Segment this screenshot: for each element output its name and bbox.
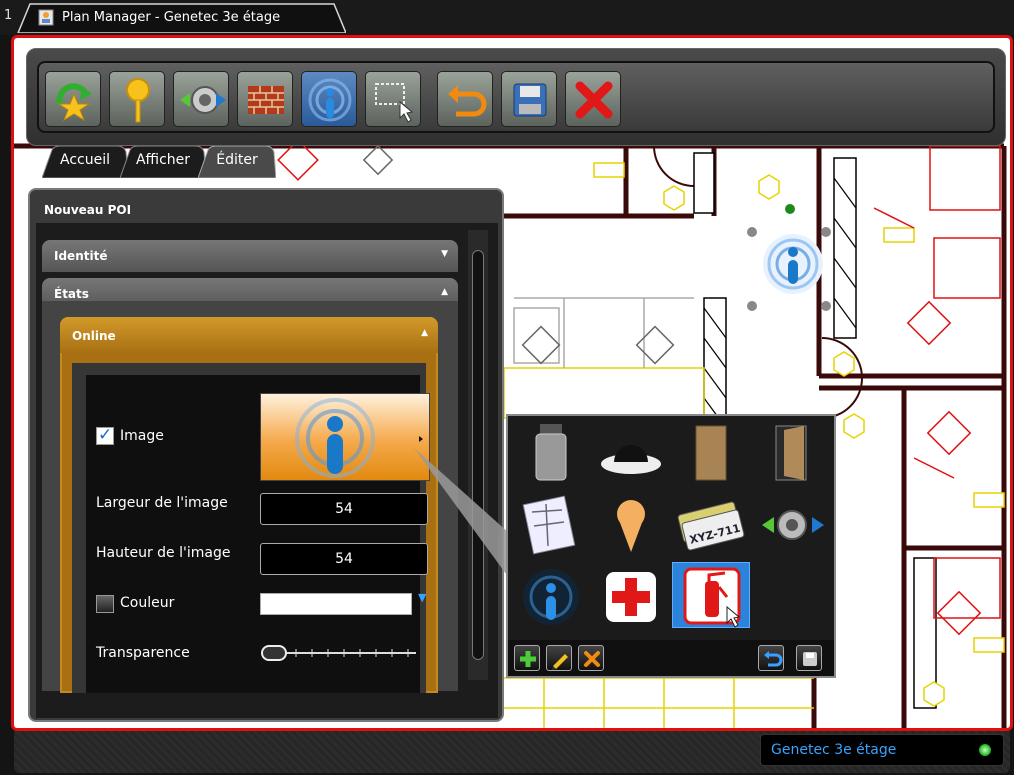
license-plate-icon: XYZ-711 — [677, 501, 745, 551]
online-state-header[interactable]: Online ▲ — [60, 317, 438, 353]
online-state-body: Image Largeur de l'image 54 Hauteur de l… — [60, 353, 438, 693]
door-panel-icon — [695, 425, 727, 481]
color-dropdown-icon[interactable]: ▼ — [418, 591, 426, 604]
icon-picker: XYZ-711 — [506, 414, 836, 678]
close-button[interactable] — [565, 71, 621, 127]
image-checkbox[interactable] — [96, 425, 114, 445]
revert-image-button[interactable] — [758, 645, 784, 671]
poi-signal-icon — [308, 78, 352, 122]
window-title: Plan Manager - Genetec 3e étage — [62, 10, 281, 25]
edit-icon — [552, 654, 568, 670]
tab-accueil-label: Accueil — [60, 152, 110, 168]
tab-index: 1 — [4, 8, 13, 23]
fire-extinguisher-icon — [683, 567, 741, 628]
plan-manager-tab[interactable]: Plan Manager - Genetec 3e étage — [16, 2, 346, 33]
icon-option-poi-signal[interactable] — [512, 564, 590, 630]
add-link-button[interactable] — [173, 71, 229, 127]
link-arrows-icon — [762, 510, 824, 540]
select-area-icon — [375, 83, 414, 123]
status-led-icon — [979, 744, 991, 756]
tab-afficher-label: Afficher — [135, 152, 191, 168]
save-button[interactable] — [501, 71, 557, 127]
add-wall-button[interactable] — [237, 71, 293, 127]
refresh-map-button[interactable] — [45, 71, 101, 127]
edit-image-button[interactable] — [546, 645, 572, 671]
icon-picker-actions — [508, 640, 834, 676]
icon-option-license-plate[interactable]: XYZ-711 — [672, 492, 750, 558]
transparency-slider[interactable] — [260, 643, 418, 663]
map-pin-icon — [126, 78, 150, 123]
icon-option-link-arrows[interactable] — [752, 492, 830, 558]
add-image-button[interactable] — [514, 645, 540, 671]
undo-button[interactable] — [437, 71, 493, 127]
undo-icon — [448, 85, 487, 117]
color-swatch[interactable] — [260, 593, 412, 615]
height-label: Hauteur de l'image — [96, 545, 231, 561]
delete-icon — [584, 651, 600, 667]
image-preview-button[interactable] — [260, 393, 430, 481]
first-aid-icon — [606, 572, 656, 622]
icon-option-dome-camera[interactable] — [592, 420, 670, 486]
tab-editer-label: Éditer — [216, 152, 258, 168]
revert-icon — [764, 651, 783, 667]
refresh-icon — [56, 83, 92, 122]
icon-option-open-door[interactable] — [752, 420, 830, 486]
icon-option-weight[interactable] — [512, 420, 590, 486]
identity-section-label: Identité — [54, 249, 108, 263]
chevron-down-icon: ▼ — [441, 249, 448, 259]
online-inner: Image Largeur de l'image 54 Hauteur de l… — [72, 363, 430, 693]
color-checkbox[interactable] — [96, 595, 114, 613]
transparency-label: Transparence — [96, 645, 190, 661]
open-door-icon — [775, 425, 807, 481]
add-icon — [520, 651, 536, 667]
icon-option-first-aid[interactable] — [592, 564, 670, 630]
plan-manager-app-icon — [38, 9, 54, 26]
icon-option-floor-plan[interactable] — [512, 492, 590, 558]
save-icon — [803, 652, 817, 666]
poi-signal-icon — [295, 398, 423, 478]
online-state-label: Online — [72, 329, 116, 343]
select-area-button[interactable] — [365, 71, 421, 127]
tab-editer[interactable]: Éditer — [198, 146, 276, 178]
poi-state-form: Image Largeur de l'image 54 Hauteur de l… — [86, 375, 430, 693]
chevron-up-icon: ▲ — [421, 328, 428, 338]
red-x-icon — [575, 81, 613, 119]
icon-option-map-pin[interactable] — [592, 492, 670, 558]
status-bar: Genetec 3e étage — [14, 731, 1010, 773]
save-image-button[interactable] — [796, 645, 822, 671]
color-label: Couleur — [120, 595, 175, 611]
map-pin-icon — [617, 500, 645, 552]
identity-section-header[interactable]: Identité ▼ — [42, 240, 458, 272]
window-tab-bar: 1 Plan Manager - Genetec 3e étage — [0, 0, 1014, 35]
floppy-disk-icon — [513, 83, 547, 117]
poi-button[interactable] — [301, 71, 357, 127]
toolbar-shell — [26, 48, 1006, 146]
add-poi-button[interactable] — [109, 71, 165, 127]
picker-callout — [414, 448, 509, 578]
location-label: Genetec 3e étage — [771, 742, 897, 758]
image-label: Image — [120, 428, 164, 444]
tab-accueil[interactable]: Accueil — [42, 146, 128, 178]
link-arrows-icon — [180, 86, 226, 114]
plan-manager-window: Accueil Afficher Éditer Nouveau POI Iden… — [11, 35, 1013, 731]
transparency-slider-thumb — [261, 645, 287, 661]
delete-image-button[interactable] — [578, 645, 604, 671]
chevron-up-icon: ▲ — [441, 287, 448, 297]
width-input[interactable]: 54 — [260, 493, 428, 525]
toolbar — [37, 61, 995, 133]
icon-option-door-panel[interactable] — [672, 420, 750, 486]
icon-option-fire-extinguisher[interactable] — [672, 562, 750, 628]
panel-title: Nouveau POI — [44, 203, 132, 217]
location-status[interactable]: Genetec 3e étage — [760, 734, 1004, 766]
weight-icon — [535, 424, 567, 481]
brick-wall-icon — [248, 86, 284, 114]
states-section-label: États — [54, 287, 89, 301]
width-label: Largeur de l'image — [96, 495, 228, 511]
poi-signal-icon — [523, 569, 579, 625]
dome-camera-icon — [601, 445, 661, 474]
tab-afficher[interactable]: Afficher — [120, 146, 206, 178]
floor-plan-icon — [522, 495, 576, 555]
height-input[interactable]: 54 — [260, 543, 428, 575]
